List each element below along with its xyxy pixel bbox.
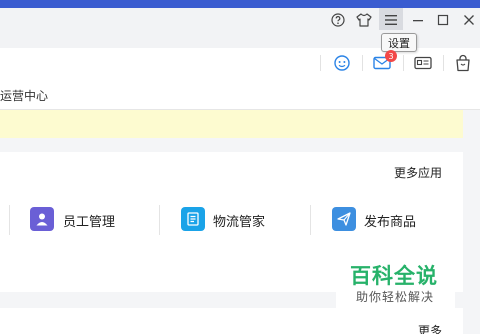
menu-icon[interactable] <box>381 10 401 30</box>
notice-bar <box>0 110 463 138</box>
settings-tooltip: 设置 <box>381 33 417 52</box>
toolbar <box>0 48 480 82</box>
toolbar-divider <box>443 55 444 71</box>
close-icon[interactable] <box>459 10 479 30</box>
help-icon[interactable] <box>328 10 348 30</box>
more-apps-link[interactable]: 更多应用 <box>394 164 442 181</box>
app-employee-management[interactable]: 员工管理 <box>63 211 115 230</box>
mail-badge: 3 <box>385 50 397 62</box>
right-gutter <box>463 110 480 334</box>
watermark-subtitle: 助你轻松解决 <box>356 290 435 304</box>
toolbar-divider <box>403 55 404 71</box>
app-divider <box>310 205 311 235</box>
second-card <box>0 308 463 334</box>
logistics-icon[interactable] <box>181 207 205 231</box>
toolbar-divider <box>362 55 363 71</box>
customer-service-icon[interactable] <box>331 52 353 74</box>
app-logistics-manager[interactable]: 物流管家 <box>213 211 265 230</box>
skin-icon[interactable] <box>354 10 374 30</box>
minimize-icon[interactable] <box>408 10 428 30</box>
toolbar-divider <box>320 55 321 71</box>
app-divider <box>159 205 160 235</box>
app-divider <box>9 205 10 235</box>
window-top-edge <box>0 0 480 8</box>
more-link[interactable]: 更多 <box>418 322 442 334</box>
publish-icon[interactable] <box>332 207 356 231</box>
employee-icon[interactable] <box>30 207 54 231</box>
nav-row <box>0 82 480 110</box>
bag-icon[interactable] <box>452 52 474 74</box>
maximize-icon[interactable] <box>433 10 453 30</box>
watermark-title: 百科全说 <box>350 264 438 288</box>
nav-item-operations-center[interactable]: 运营中心 <box>0 87 48 104</box>
card-icon[interactable] <box>412 52 434 74</box>
app-publish-product[interactable]: 发布商品 <box>364 211 416 230</box>
